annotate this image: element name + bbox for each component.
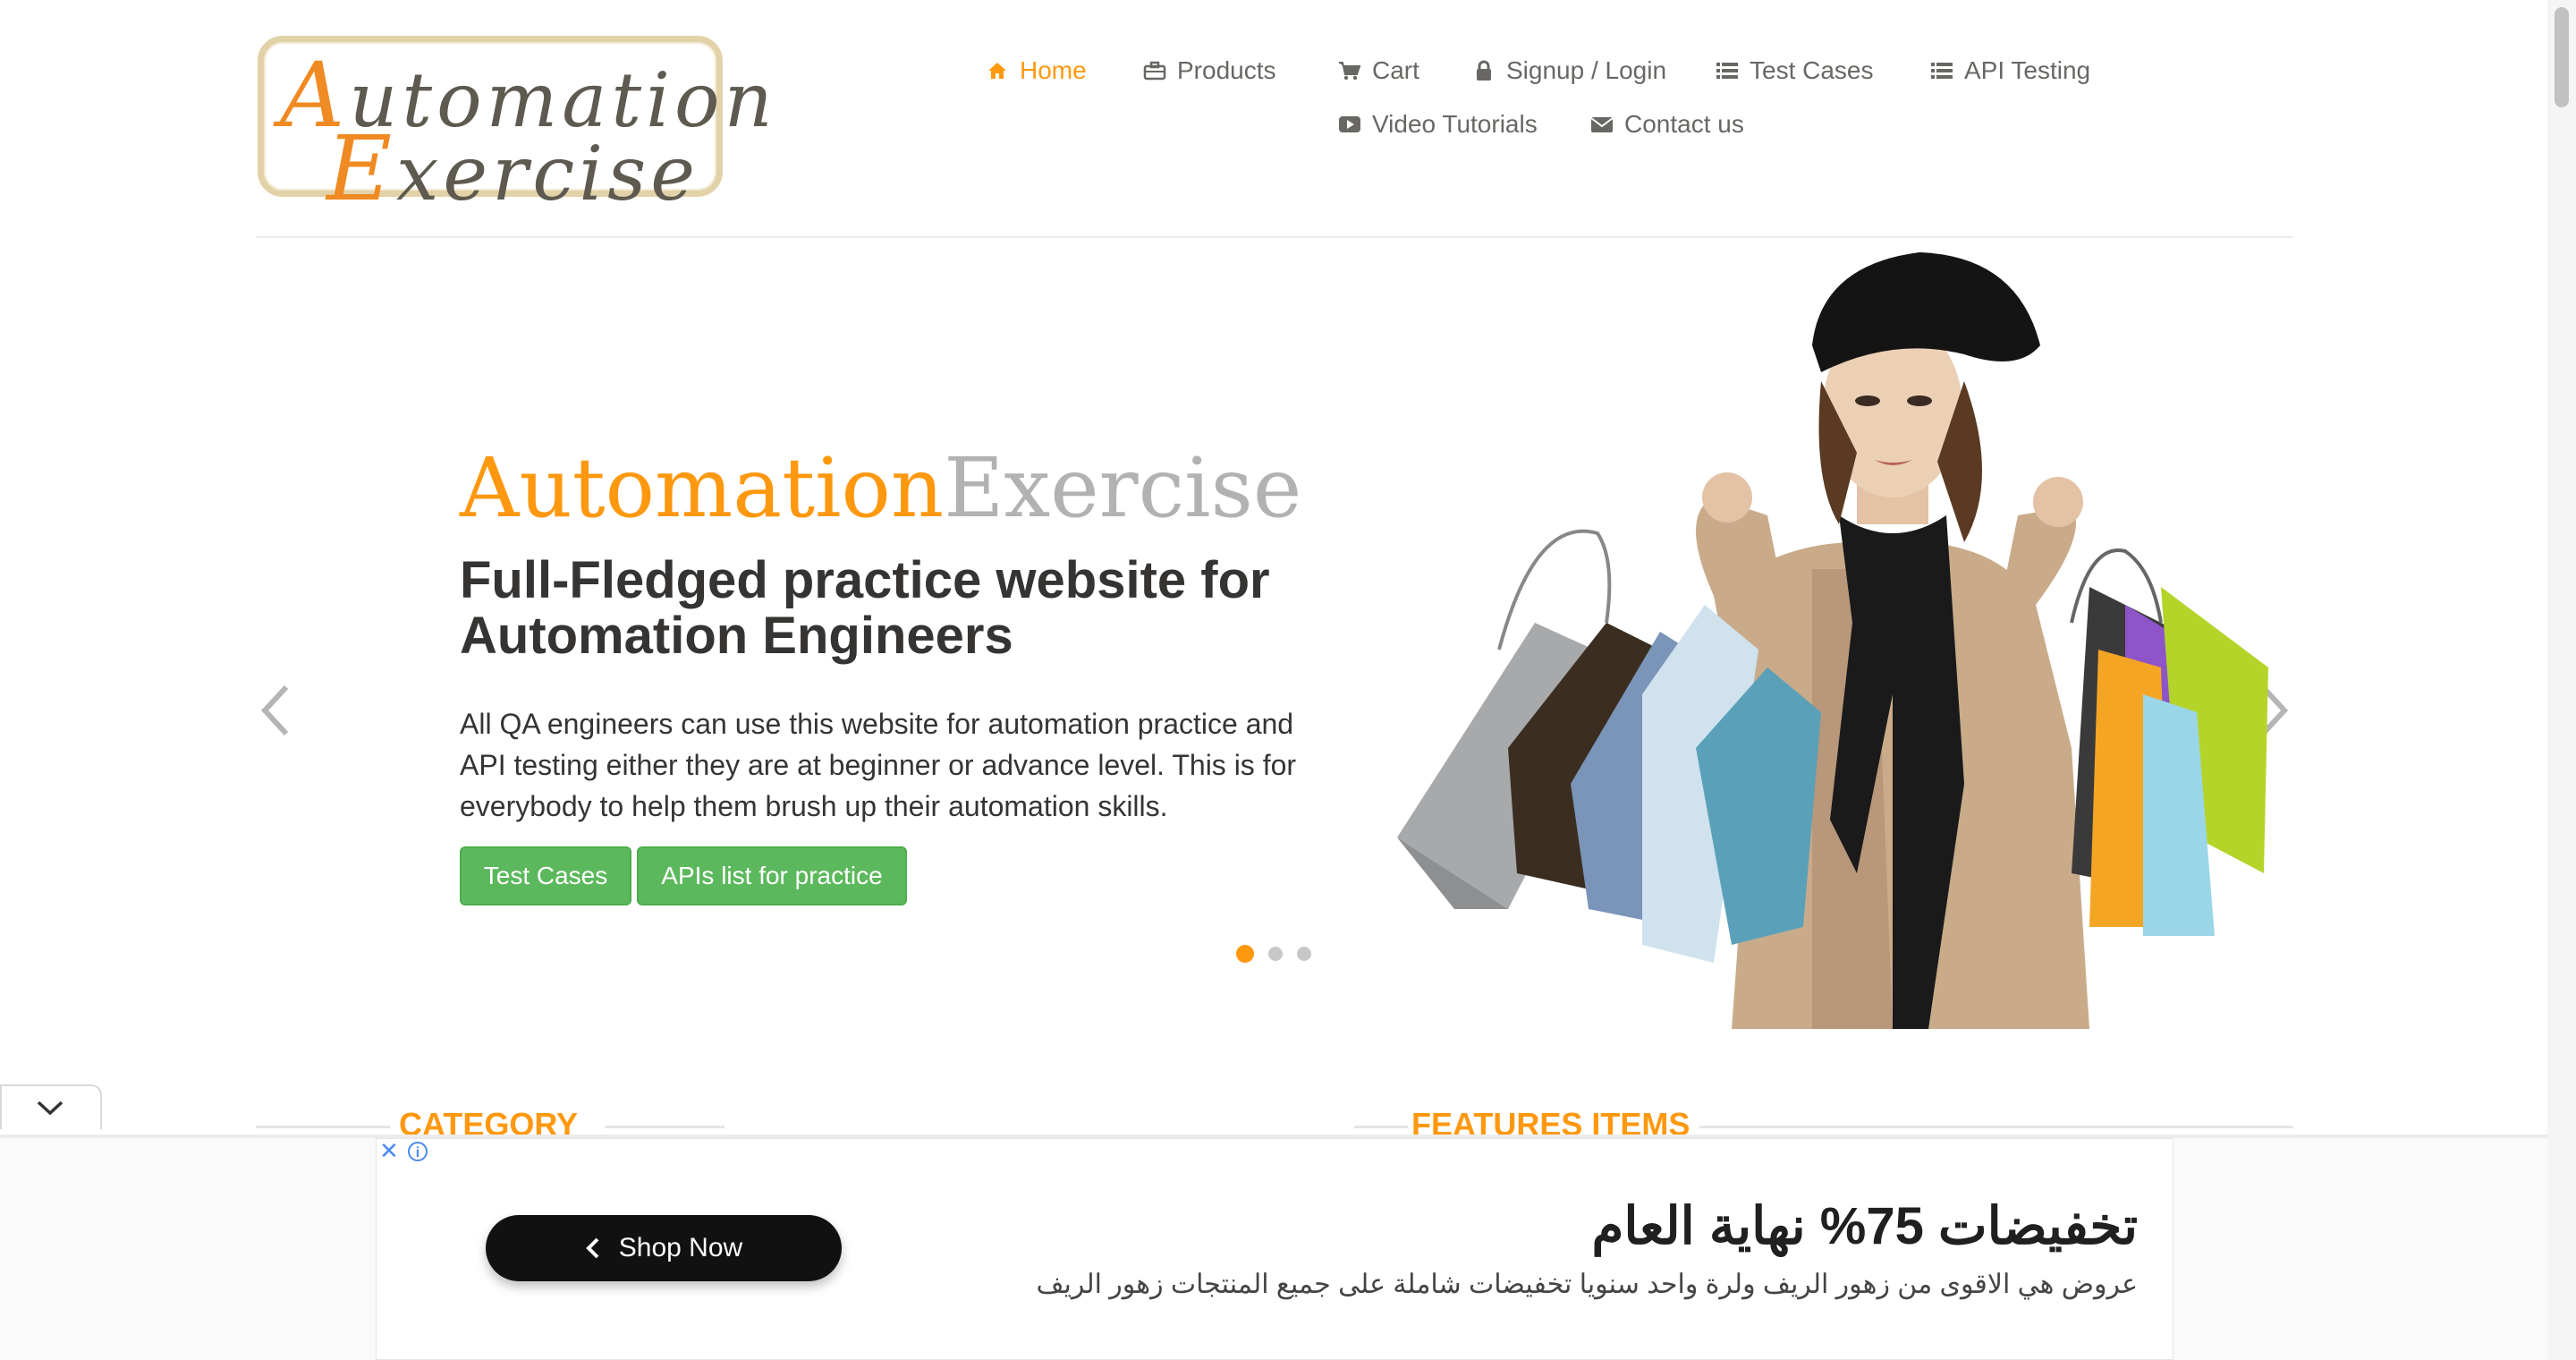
logo-text-2: xercise xyxy=(396,130,699,217)
features-divider-left xyxy=(1354,1126,1408,1128)
nav-home[interactable]: Home xyxy=(986,56,1087,85)
list-icon xyxy=(1716,63,1738,79)
nav-products-label: Products xyxy=(1177,56,1276,84)
info-icon[interactable]: i xyxy=(408,1142,428,1161)
logo-line-2: Exercise xyxy=(326,124,699,214)
nav-products[interactable]: Products xyxy=(1143,56,1276,85)
shop-now-button[interactable]: Shop Now xyxy=(486,1215,842,1281)
main-nav: Home Products Cart Signup / Login Test C… xyxy=(894,49,2165,157)
ad-headline: تخفيضات 75% نهاية العام xyxy=(1591,1197,2138,1255)
scrollbar-thumb[interactable] xyxy=(2555,7,2569,107)
shop-now-label: Shop Now xyxy=(618,1233,743,1262)
slider-headline: Full-Fledged practice website for Automa… xyxy=(460,551,1270,665)
header-divider xyxy=(256,236,2293,238)
slider-title-part2: Exercise xyxy=(944,440,1302,536)
close-icon[interactable]: ✕ xyxy=(379,1139,401,1162)
slider-description: All QA engineers can use this website fo… xyxy=(460,708,1297,822)
page-scrollbar[interactable] xyxy=(2547,0,2576,1360)
nav-test-cases-label: Test Cases xyxy=(1750,56,1874,84)
nav-signup-login-label: Signup / Login xyxy=(1506,56,1667,84)
hero-woman-shopping-bags-image xyxy=(1397,252,2268,1029)
test-cases-button[interactable]: Test Cases xyxy=(460,846,631,905)
nav-api-testing-label: API Testing xyxy=(1964,56,2091,84)
slider-title: AutomationExercise xyxy=(460,447,1301,530)
features-divider-right xyxy=(1699,1126,2293,1128)
cart-icon xyxy=(1339,62,1361,81)
nav-cart-label: Cart xyxy=(1372,56,1419,84)
youtube-play-icon xyxy=(1339,116,1360,132)
envelope-icon xyxy=(1590,117,1614,132)
home-icon xyxy=(988,63,1006,79)
briefcase-icon xyxy=(1143,61,1166,81)
category-divider-left xyxy=(256,1126,390,1128)
slider-dot-2[interactable] xyxy=(1268,947,1283,961)
lock-icon xyxy=(1477,60,1491,81)
apis-list-button[interactable]: APIs list for practice xyxy=(637,846,907,905)
slider-dot-1[interactable] xyxy=(1236,945,1254,963)
nav-video-tutorials-label: Video Tutorials xyxy=(1372,110,1538,138)
slider-dot-3[interactable] xyxy=(1297,947,1311,961)
logo-cap-e: E xyxy=(326,116,396,221)
nav-api-testing[interactable]: API Testing xyxy=(1930,56,2090,85)
ad-subtext: عروض هي الاقوى من زهور الريف ولرة واحد س… xyxy=(1036,1270,2139,1299)
nav-contact-us-label: Contact us xyxy=(1624,110,1744,138)
chevron-down-icon xyxy=(37,1101,64,1116)
slider-prev-arrow-icon[interactable] xyxy=(258,684,293,737)
category-divider-right xyxy=(605,1126,724,1128)
nav-video-tutorials[interactable]: Video Tutorials xyxy=(1338,110,1538,139)
nav-test-cases[interactable]: Test Cases xyxy=(1716,56,1874,85)
nav-cart[interactable]: Cart xyxy=(1338,56,1419,85)
nav-home-label: Home xyxy=(1020,56,1087,84)
list-icon xyxy=(1931,63,1953,79)
ad-collapse-tab[interactable] xyxy=(0,1084,102,1129)
site-logo[interactable]: Automation Exercise xyxy=(258,36,773,214)
nav-contact-us[interactable]: Contact us xyxy=(1590,110,1744,139)
chevron-left-icon xyxy=(585,1237,599,1259)
slider-title-part1: Automation xyxy=(460,440,945,536)
nav-signup-login[interactable]: Signup / Login xyxy=(1472,56,1666,85)
